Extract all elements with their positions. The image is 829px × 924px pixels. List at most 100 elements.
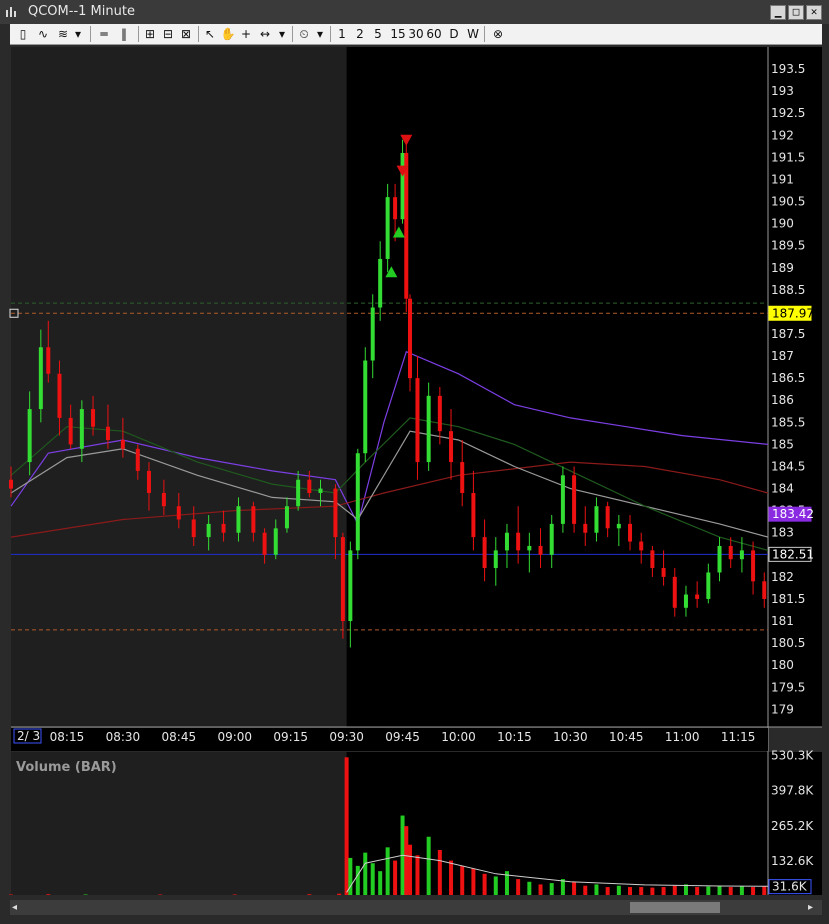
candle-body [46,347,51,374]
candle-body [105,426,110,440]
price-tick-label: 186 [771,393,794,407]
price-tick-label: 182 [771,570,794,584]
volume-bar [404,826,409,895]
price-tick-label: 183 [771,526,794,540]
candle-body [38,347,43,410]
volume-bar [307,894,312,895]
volume-bar [493,876,498,895]
price-tick-label: 181.5 [771,592,805,606]
candle-body [706,572,711,599]
candle-body [572,475,577,524]
volume-bar [527,881,532,895]
volume-bar [232,894,237,895]
volume-bar [695,887,700,895]
candle-body [284,506,289,529]
candle-body [516,532,521,551]
candle-body [594,506,599,533]
price-tick-label: 187.5 [771,327,805,341]
price-tick-label: 193 [771,84,794,98]
page-indicator: 2/ 3 [17,729,40,743]
price-tick-label: 185 [771,437,794,451]
price-tick-label: 181 [771,614,794,628]
candle-body [650,550,655,569]
candle-body [426,395,431,463]
volume-bar [739,886,744,895]
candle-body [68,417,73,445]
price-label-value: 182.51 [772,547,814,561]
volume-bar [516,879,521,895]
price-tick-label: 180.5 [771,636,805,650]
volume-bar [572,881,577,895]
volume-bar [616,885,621,895]
volume-tick-label: 530.3K [771,749,814,763]
volume-bar [471,868,476,895]
scrollbar-thumb[interactable] [630,902,720,913]
candle-body [449,431,454,463]
price-tick-label: 189.5 [771,239,805,253]
candle-body [762,581,767,599]
volume-bar [549,883,554,895]
volume-bar [370,863,375,895]
candle-body [683,594,688,608]
time-tick-label: 11:15 [721,730,756,744]
candle-body [460,462,465,493]
time-tick-label: 11:00 [665,730,700,744]
volume-bar [538,884,543,895]
candle-body [661,568,666,577]
volume-bar [661,887,666,895]
candle-body [672,576,677,608]
time-tick-label: 10:30 [553,730,588,744]
candle-body [348,550,353,622]
candle-body [378,258,383,308]
candle-body [560,475,565,524]
candle-body [751,550,756,582]
scroll-right-arrow-icon[interactable]: ▸ [808,902,813,913]
volume-bar [355,865,360,895]
volume-bar [378,871,383,895]
candle-body [605,506,610,529]
volume-bar [426,836,431,895]
time-tick-label: 09:15 [273,730,308,744]
candle-body [408,298,413,379]
candle-body [27,409,32,463]
candle-body [355,453,360,551]
candle-body [273,528,278,555]
candle-body [538,545,543,555]
candle-body [307,479,312,493]
candle-body [262,532,267,555]
price-chart[interactable]: 193.5 193 192.5 192 191.5 191 190.5 190 189.5 189… [0,0,829,924]
volume-tick-label: 132.6K [771,854,814,868]
price-tick-label: 192 [771,128,794,142]
price-tick-label: 180 [771,658,794,672]
volume-bar [344,757,349,895]
candle-body [437,395,442,432]
candle-body [549,523,554,555]
time-tick-label: 10:45 [609,730,644,744]
volume-bar [751,887,756,895]
candle-body [9,479,13,489]
volume-bar [762,886,767,895]
price-label-value: 187.97 [772,306,814,320]
candle-body [333,488,338,538]
volume-bar [363,852,368,895]
candle-body [393,197,398,220]
candle-body [206,523,211,538]
candle-body [628,523,633,542]
candle-body [639,541,644,551]
volume-tick-label: 397.8K [771,784,814,798]
volume-bar [460,865,465,895]
volume-bar [393,860,398,895]
time-tick-label: 09:00 [217,730,252,744]
candle-body [57,373,62,418]
candle-body [527,545,532,551]
price-tick-label: 191.5 [771,150,805,164]
volume-bar [728,887,733,895]
candle-body [695,594,700,599]
horizontal-scrollbar[interactable]: ◂ ▸ [10,900,822,915]
price-tick-label: 192.5 [771,106,805,120]
candle-body [318,488,323,493]
candle-body [91,409,96,427]
candle-body [251,506,256,533]
scroll-left-arrow-icon[interactable]: ◂ [12,902,17,913]
candle-body [221,523,226,533]
